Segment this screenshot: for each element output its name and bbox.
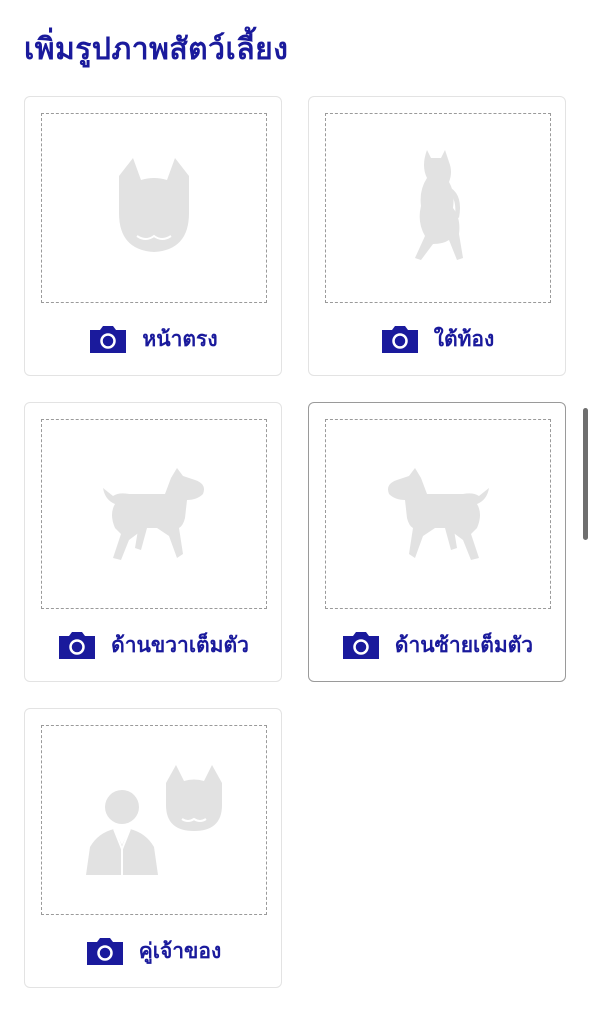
camera-icon <box>341 631 381 659</box>
dog-full-body-right-icon <box>103 468 204 560</box>
photo-slot-label: ด้านขวาเต็มตัว <box>111 632 249 657</box>
camera-icon <box>380 325 420 353</box>
photo-placeholder <box>41 419 267 609</box>
photo-placeholder <box>325 113 551 303</box>
dog-full-body-left-icon <box>388 468 489 560</box>
photo-placeholder <box>325 419 551 609</box>
photo-slot-label: คู่เจ้าของ <box>138 938 222 963</box>
camera-icon <box>57 631 97 659</box>
photo-slot-front-face[interactable]: หน้าตรง <box>24 96 282 376</box>
photo-slot-full-body-left[interactable]: ด้านซ้ายเต็มตัว <box>308 402 566 682</box>
dog-standing-upright-icon <box>415 150 463 260</box>
page-title: เพิ่มรูปภาพสัตว์เลี้ยง <box>24 32 289 67</box>
photo-slot-label: ใต้ท้อง <box>433 326 495 351</box>
photo-placeholder <box>41 113 267 303</box>
photo-slot-label: ด้านซ้ายเต็มตัว <box>394 632 534 657</box>
owner-with-dog-icon <box>86 765 222 875</box>
photo-slot-full-body-right[interactable]: ด้านขวาเต็มตัว <box>24 402 282 682</box>
photo-slot-label: หน้าตรง <box>142 326 218 351</box>
dog-face-front-icon <box>119 158 189 252</box>
photo-placeholder <box>41 725 267 915</box>
camera-icon <box>88 325 128 353</box>
camera-icon <box>85 937 125 965</box>
photo-slot-underside[interactable]: ใต้ท้อง <box>308 96 566 376</box>
photo-slot-with-owner[interactable]: คู่เจ้าของ <box>24 708 282 988</box>
scrollbar[interactable] <box>583 408 588 540</box>
